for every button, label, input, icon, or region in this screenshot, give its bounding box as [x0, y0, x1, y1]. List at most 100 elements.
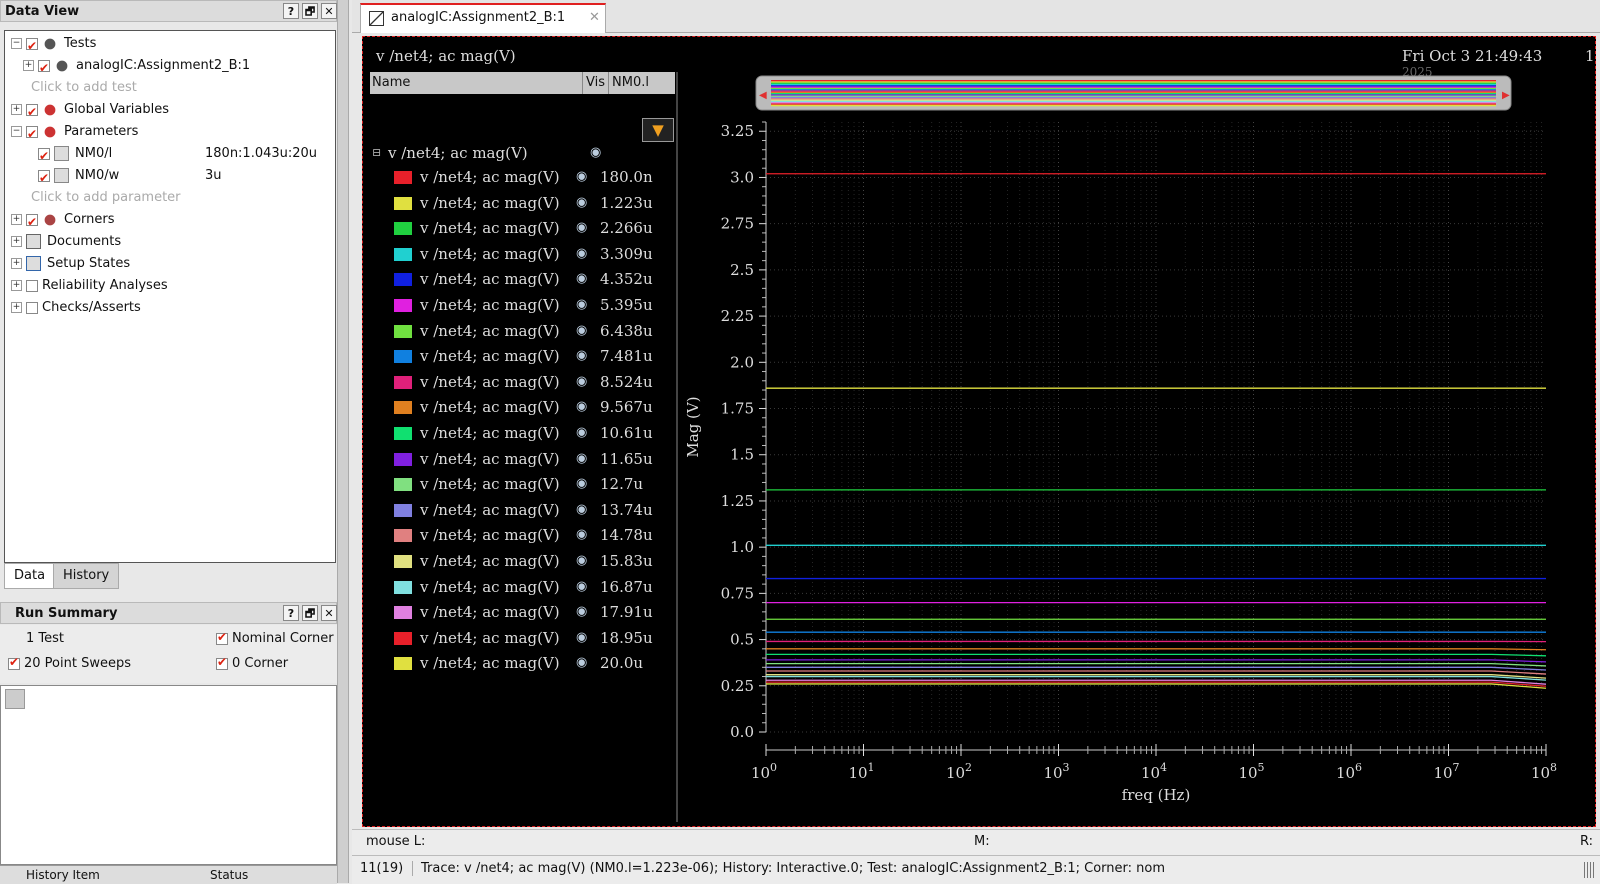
eye-icon[interactable]: ◉: [576, 448, 587, 470]
resize-grip-icon[interactable]: [1584, 862, 1594, 878]
doc-tab[interactable]: analogIC:Assignment2_B:1 ✕: [360, 3, 606, 33]
expand-icon[interactable]: +: [11, 236, 22, 247]
close-button[interactable]: ✕: [321, 605, 337, 621]
legend-item[interactable]: v /net4; ac mag(V)◉1.223u: [394, 192, 674, 214]
corner-option[interactable]: 0 Corner: [216, 656, 288, 671]
tab-data[interactable]: Data: [4, 563, 55, 589]
tree-checkbox[interactable]: [38, 148, 50, 160]
tree-row[interactable]: +Corners: [11, 209, 115, 231]
eye-icon[interactable]: ◉: [576, 371, 587, 393]
nominal-checkbox[interactable]: [216, 633, 228, 645]
legend-item[interactable]: v /net4; ac mag(V)◉18.95u: [394, 627, 674, 649]
expand-icon[interactable]: +: [11, 302, 22, 313]
legend-item[interactable]: v /net4; ac mag(V)◉5.395u: [394, 294, 674, 316]
point-sweeps-option[interactable]: 20 Point Sweeps: [8, 656, 131, 671]
eye-icon[interactable]: ◉: [576, 422, 587, 444]
eye-icon[interactable]: ◉: [576, 601, 587, 623]
eye-icon[interactable]: ◉: [576, 294, 587, 316]
expand-icon[interactable]: +: [11, 104, 22, 115]
float-button[interactable]: 🗗: [302, 605, 318, 621]
tree-checkbox[interactable]: [26, 104, 38, 116]
tree-checkbox[interactable]: [26, 280, 38, 292]
tree-row[interactable]: +Documents: [11, 231, 121, 253]
history-col-status[interactable]: Status: [210, 868, 248, 882]
collapse-icon[interactable]: −: [11, 126, 22, 137]
collapse-icon[interactable]: −: [11, 38, 22, 49]
legend-item[interactable]: v /net4; ac mag(V)◉20.0u: [394, 652, 674, 674]
legend-item[interactable]: v /net4; ac mag(V)◉180.0n: [394, 166, 674, 188]
tree-row[interactable]: +Checks/Asserts: [11, 297, 141, 319]
eye-icon[interactable]: ◉: [576, 627, 587, 649]
nominal-corner-option[interactable]: Nominal Corner: [216, 631, 334, 646]
eye-icon[interactable]: ◉: [576, 499, 587, 521]
doc-tab-close-icon[interactable]: ✕: [589, 10, 600, 25]
eye-icon[interactable]: ◉: [590, 142, 601, 164]
tree-row[interactable]: NM0/w: [23, 165, 119, 187]
tree-row[interactable]: −Tests: [11, 33, 96, 55]
param-value[interactable]: 180n:1.043u:20u: [205, 143, 317, 165]
tree-checkbox[interactable]: [26, 214, 38, 226]
sweeps-checkbox[interactable]: [8, 658, 20, 670]
tree-row[interactable]: +Setup States: [11, 253, 130, 275]
legend-item[interactable]: v /net4; ac mag(V)◉3.309u: [394, 243, 674, 265]
tree-checkbox[interactable]: [26, 126, 38, 138]
legend-item[interactable]: v /net4; ac mag(V)◉17.91u: [394, 601, 674, 623]
dataview-tree[interactable]: −Tests+analogIC:Assignment2_B:1Click to …: [4, 30, 336, 563]
eye-icon[interactable]: ◉: [576, 473, 587, 495]
history-col-item[interactable]: History Item: [26, 868, 100, 882]
legend-col-param[interactable]: NM0.l: [608, 72, 674, 94]
legend-item[interactable]: v /net4; ac mag(V)◉7.481u: [394, 345, 674, 367]
tree-checkbox[interactable]: [26, 302, 38, 314]
tree-row[interactable]: Click to add test: [31, 77, 137, 99]
expand-icon[interactable]: +: [11, 280, 22, 291]
eye-icon[interactable]: ◉: [576, 576, 587, 598]
tree-row[interactable]: +analogIC:Assignment2_B:1: [23, 55, 250, 77]
history-area[interactable]: [0, 685, 337, 865]
expand-icon[interactable]: +: [23, 60, 34, 71]
tab-history[interactable]: History: [53, 563, 119, 589]
help-button[interactable]: ?: [283, 605, 299, 621]
eye-icon[interactable]: ◉: [576, 320, 587, 342]
tree-row[interactable]: +Reliability Analyses: [11, 275, 168, 297]
float-button[interactable]: 🗗: [302, 3, 318, 19]
filter-icon[interactable]: ▼: [642, 118, 674, 142]
history-icon[interactable]: [5, 689, 25, 709]
splitter[interactable]: [337, 0, 349, 883]
param-value[interactable]: 3u: [205, 165, 222, 187]
legend-item[interactable]: v /net4; ac mag(V)◉11.65u: [394, 448, 674, 470]
legend-item[interactable]: v /net4; ac mag(V)◉14.78u: [394, 524, 674, 546]
legend-item[interactable]: v /net4; ac mag(V)◉6.438u: [394, 320, 674, 342]
legend-item[interactable]: v /net4; ac mag(V)◉8.524u: [394, 371, 674, 393]
tree-row[interactable]: Click to add parameter: [31, 187, 181, 209]
corner-checkbox[interactable]: [216, 658, 228, 670]
legend-col-name[interactable]: Name: [372, 72, 410, 94]
eye-icon[interactable]: ◉: [576, 192, 587, 214]
expand-icon[interactable]: +: [11, 258, 22, 269]
legend-item[interactable]: v /net4; ac mag(V)◉12.7u: [394, 473, 674, 495]
tree-row[interactable]: +Global Variables: [11, 99, 169, 121]
close-button[interactable]: ✕: [321, 3, 337, 19]
tree-row[interactable]: −Parameters: [11, 121, 138, 143]
eye-icon[interactable]: ◉: [576, 268, 587, 290]
legend-item[interactable]: v /net4; ac mag(V)◉9.567u: [394, 396, 674, 418]
eye-icon[interactable]: ◉: [576, 166, 587, 188]
legend-item[interactable]: v /net4; ac mag(V)◉16.87u: [394, 576, 674, 598]
eye-icon[interactable]: ◉: [576, 345, 587, 367]
expand-icon[interactable]: +: [11, 214, 22, 225]
legend-item[interactable]: v /net4; ac mag(V)◉2.266u: [394, 217, 674, 239]
legend-col-vis[interactable]: Vis: [582, 72, 605, 94]
eye-icon[interactable]: ◉: [576, 396, 587, 418]
eye-icon[interactable]: ◉: [576, 243, 587, 265]
help-button[interactable]: ?: [283, 3, 299, 19]
eye-icon[interactable]: ◉: [576, 550, 587, 572]
legend-item[interactable]: v /net4; ac mag(V)◉10.61u: [394, 422, 674, 444]
legend-item[interactable]: v /net4; ac mag(V)◉15.83u: [394, 550, 674, 572]
collapse-icon[interactable]: ⊟: [372, 142, 381, 164]
legend-item[interactable]: v /net4; ac mag(V)◉4.352u: [394, 268, 674, 290]
tree-row[interactable]: NM0/l: [23, 143, 112, 165]
tree-checkbox[interactable]: [26, 38, 38, 50]
tree-checkbox[interactable]: [38, 170, 50, 182]
tree-checkbox[interactable]: [38, 60, 50, 72]
eye-icon[interactable]: ◉: [576, 652, 587, 674]
legend-item[interactable]: v /net4; ac mag(V)◉13.74u: [394, 499, 674, 521]
